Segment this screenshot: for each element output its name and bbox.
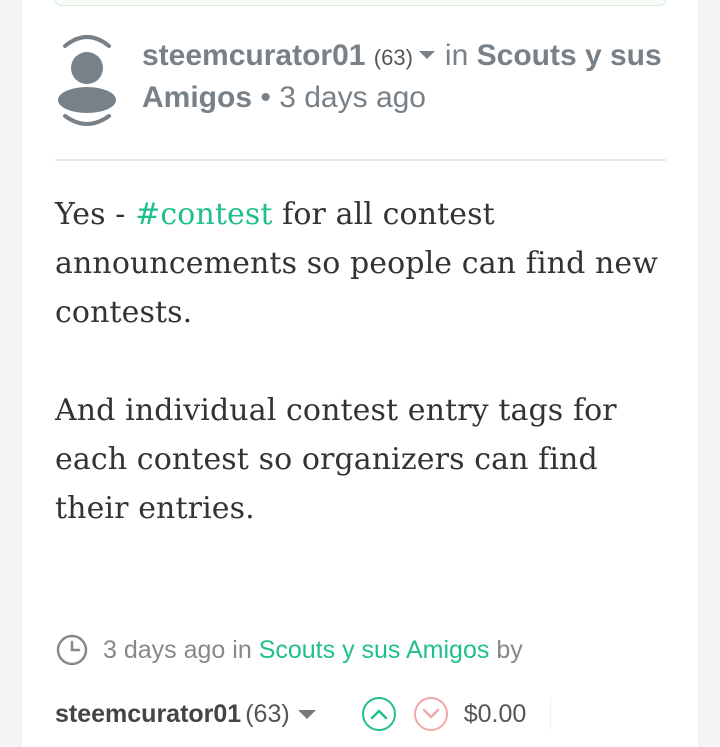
footer-separator — [550, 698, 552, 730]
upvote-button[interactable] — [361, 697, 396, 731]
footer-author-link[interactable]: steemcurator01 — [55, 700, 241, 729]
in-label: in — [444, 39, 469, 72]
post-time[interactable]: 3 days ago — [279, 81, 426, 114]
separator-bullet: • — [260, 81, 271, 114]
author-dropdown-icon[interactable] — [418, 51, 435, 60]
payout-value[interactable]: $0.00 — [464, 700, 527, 729]
avatar-icon[interactable] — [56, 30, 118, 128]
contest-tag-link[interactable]: #contest — [135, 197, 272, 232]
chevron-up-icon — [370, 709, 387, 720]
header-divider — [55, 159, 666, 161]
post-meta: 3 days ago in Scouts y sus Amigos by — [55, 630, 523, 670]
paragraph-1: Yes - #contest for all contest announcem… — [55, 197, 659, 330]
community-link-part1[interactable]: Scouts y sus — [477, 39, 662, 72]
clock-icon — [56, 634, 88, 666]
chevron-down-icon — [422, 708, 439, 719]
post-header: steemcurator01 (63) in Scouts y sus Amigo… — [142, 36, 672, 118]
author-reputation: (63) — [373, 45, 413, 70]
footer-author-reputation: (63) — [245, 699, 290, 728]
meta-by-label: by — [496, 636, 523, 664]
downvote-button[interactable] — [413, 697, 448, 731]
meta-time[interactable]: 3 days ago — [103, 630, 225, 670]
paragraph-2: And individual contest entry tags for ea… — [55, 393, 617, 526]
previous-box-edge — [55, 0, 666, 6]
post-footer: steemcurator01 (63) $0.00 — [55, 694, 552, 734]
meta-in-label: in — [232, 636, 252, 664]
comment-body: Yes - #contest for all contest announcem… — [55, 190, 675, 582]
footer-author-dropdown-icon[interactable] — [297, 709, 316, 719]
community-link-part2[interactable]: Amigos — [142, 81, 252, 114]
author-link[interactable]: steemcurator01 — [142, 39, 365, 72]
meta-community-link[interactable]: Scouts y sus Amigos — [259, 630, 490, 670]
